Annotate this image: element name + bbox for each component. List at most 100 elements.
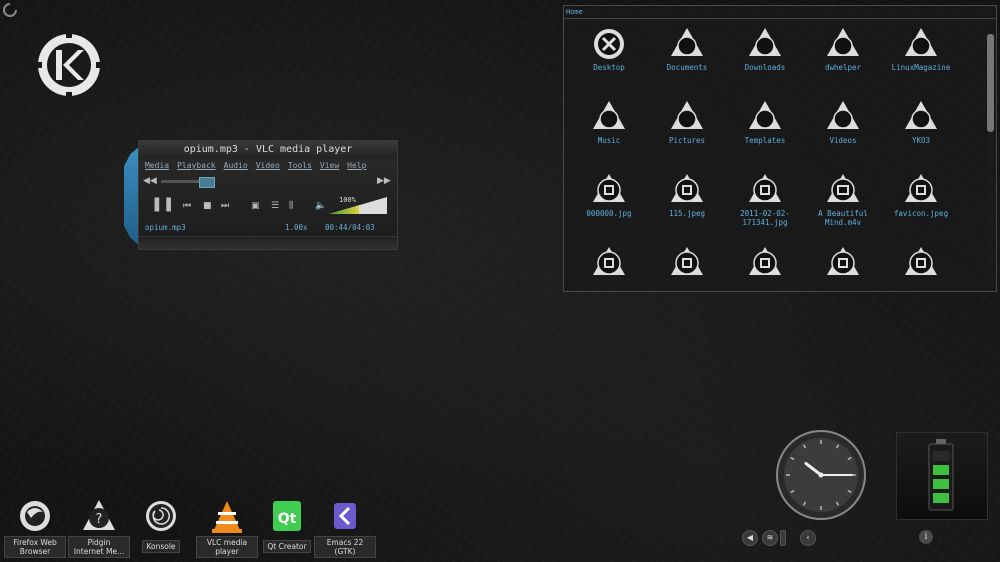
vlc-bottom-bar [139,236,397,249]
folder-icon [804,26,882,60]
folder-icon [804,99,882,133]
launcher-konsole[interactable]: Konsole [130,498,192,553]
rewind-icon[interactable]: ◀◀ [143,174,157,188]
fullscreen-button[interactable]: ▣ [251,199,260,213]
next-button[interactable]: ⏭ [221,199,229,213]
folder-icon [882,26,960,60]
menu-tools[interactable]: Tools [288,161,312,170]
launcher-qt-creator[interactable]: Qt Qt Creator [256,498,318,553]
tray-separator [780,530,786,546]
speaker-icon[interactable]: 🔈 [315,199,326,213]
seek-bar[interactable]: ◀◀ ▶▶ [143,174,393,188]
battery-cell [933,465,949,475]
folder-item-label: Documents [666,63,708,72]
folder-item-label: Downloads [744,63,786,72]
folder-item[interactable]: YKO3 [882,99,960,145]
folder-icon [570,99,648,133]
folder-item[interactable]: favicon.jpeg [882,172,960,218]
menu-help[interactable]: Help [347,161,366,170]
playback-speed[interactable]: 1.00x [285,223,308,232]
folder-item[interactable]: 115.jpeg [648,172,726,218]
folder-item[interactable] [726,245,804,282]
launcher-emacs[interactable]: Emacs 22 (GTK) [314,498,376,558]
battery-cell [933,479,949,489]
folder-item[interactable]: Videos [804,99,882,145]
folder-item[interactable]: Desktop [570,26,648,72]
folder-icon [648,99,726,133]
folder-title: Home [566,8,583,16]
battery-icon [928,439,954,511]
vlc-icon [209,498,245,534]
video-icon [804,172,882,206]
folder-item[interactable]: dwhelper [804,26,882,72]
launcher-vlc[interactable]: VLC media player [196,498,258,558]
kde-logo-icon[interactable] [36,32,102,98]
menu-view[interactable]: View [320,161,339,170]
folder-item[interactable] [648,245,726,282]
folder-item[interactable]: Templates [726,99,804,145]
info-icon[interactable]: i [919,530,933,544]
volume-slider[interactable] [329,197,387,214]
folder-item[interactable]: A Beautiful Mind.m4v [804,172,882,227]
forward-icon[interactable]: ▶▶ [377,174,391,188]
folder-scrollbar[interactable] [987,28,994,288]
image-icon [726,245,804,279]
folder-icon [726,26,804,60]
folder-scrollbar-thumb[interactable] [987,34,994,132]
launcher-firefox[interactable]: Firefox Web Browser [4,498,66,558]
folder-icon [726,99,804,133]
image-icon [804,245,882,279]
network-tray-icon[interactable]: ≋ [762,530,778,546]
previous-button[interactable]: ⏮ [183,199,191,213]
tray-collapse-icon[interactable]: ‹ [800,530,816,546]
volume-tray-icon[interactable]: ◀ [742,530,758,546]
firefox-icon [17,498,53,534]
battery-cell [933,493,949,503]
folder-item[interactable] [882,245,960,282]
folder-view-widget[interactable]: Home Desktop Documents Downloads dwhelper Li… [563,5,997,292]
folder-item[interactable]: Documents [648,26,726,72]
playlist-button[interactable]: ☰ [271,199,279,213]
folder-item[interactable]: 2011-02-02-171341.jpg [726,172,804,227]
vlc-menubar: Media Playback Audio Video Tools View He… [139,159,397,172]
kde-activity-corner-icon[interactable] [2,2,18,18]
qt-creator-icon: Qt [269,498,305,534]
folder-item-label: Videos [829,136,857,145]
folder-item-label: YKO3 [911,136,931,145]
menu-playback[interactable]: Playback [177,161,216,170]
folder-icon [648,26,726,60]
folder-grid: Desktop Documents Downloads dwhelper LinuxMa… [570,26,975,288]
playback-time: 00:44/04:03 [325,223,375,232]
folder-icon [882,99,960,133]
folder-item[interactable] [804,245,882,282]
vlc-player-window[interactable]: opium.mp3 - VLC media player Media Playb… [124,140,398,250]
folder-item[interactable]: Downloads [726,26,804,72]
image-icon [648,245,726,279]
folder-item[interactable] [570,245,648,282]
image-icon [570,172,648,206]
folder-item-label: Pictures [668,136,706,145]
folder-item-label: 115.jpeg [668,209,706,218]
folder-item[interactable]: Music [570,99,648,145]
seek-handle[interactable] [199,177,215,188]
emacs-icon [327,498,363,534]
launcher-pidgin[interactable]: ? Pidgin Internet Me... [68,498,130,558]
folder-item-label: dwhelper [824,63,862,72]
battery-monitor[interactable] [896,432,988,520]
folder-item[interactable]: LinuxMagazine [882,26,960,72]
stop-button[interactable]: ■ [203,199,212,213]
menu-audio[interactable]: Audio [224,161,248,170]
pause-button[interactable]: ❚❚ [151,197,174,211]
image-icon [726,172,804,206]
launcher-label: Pidgin Internet Me... [68,536,130,558]
equalizer-button[interactable]: ⫼ [289,199,293,213]
folder-item[interactable]: 000000.jpg [570,172,648,218]
battery-cell [933,451,949,461]
now-playing-file: opium.mp3 [145,223,186,232]
desktop-icon [570,26,648,60]
launcher-label: Emacs 22 (GTK) [314,536,376,558]
analog-clock[interactable] [776,430,866,520]
menu-media[interactable]: Media [145,161,169,170]
folder-item[interactable]: Pictures [648,99,726,145]
menu-video[interactable]: Video [256,161,280,170]
